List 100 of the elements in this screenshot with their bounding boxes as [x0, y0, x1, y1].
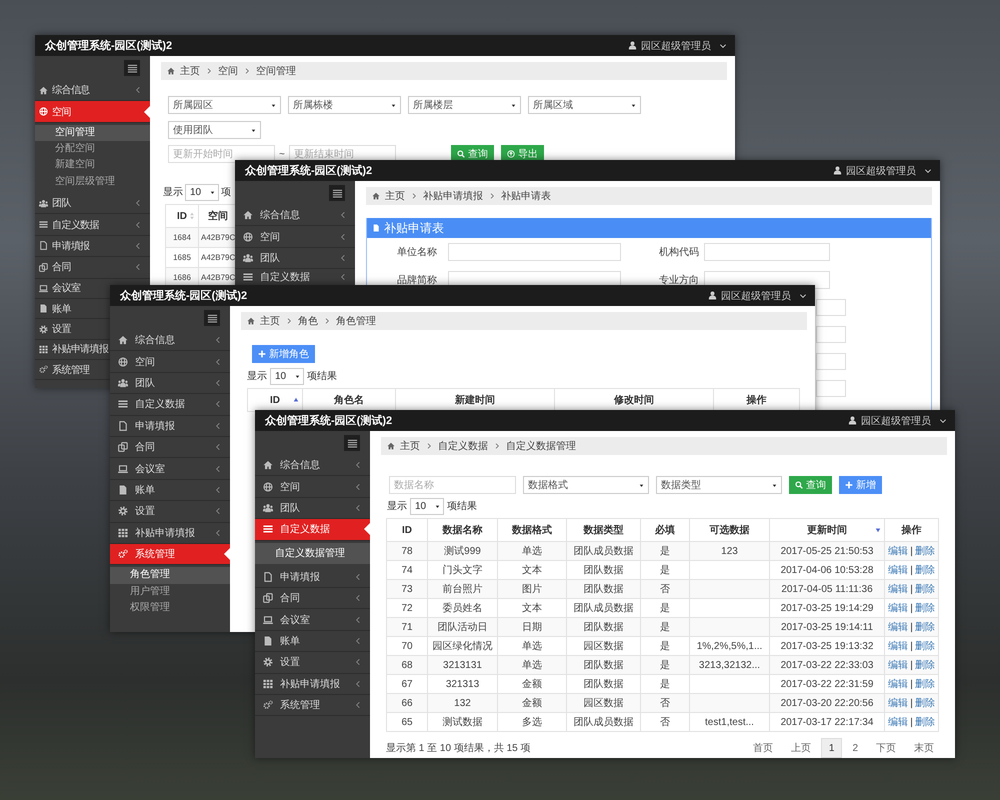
nav-subitem[interactable]: 新建空间 — [35, 157, 150, 174]
page-button[interactable]: 下页 — [868, 738, 904, 758]
action-link[interactable]: 编辑 — [888, 641, 908, 652]
page-button[interactable]: 上页 — [782, 738, 819, 758]
dropdown[interactable]: 所属栋楼 — [288, 96, 401, 114]
app-title: 众创管理系统-园区(测试)2 — [245, 164, 372, 178]
gear-icon — [39, 324, 48, 334]
nav-subitem[interactable]: 分配空间 — [35, 141, 150, 158]
menu-button[interactable] — [124, 60, 140, 76]
breadcrumb-link[interactable]: 空间 — [218, 64, 238, 78]
chevron-icon — [410, 192, 418, 200]
dropdown[interactable]: 所属楼层 — [408, 96, 521, 114]
breadcrumb-link[interactable]: 主页 — [180, 64, 200, 78]
action-link[interactable]: 删除 — [914, 584, 935, 595]
action-link[interactable]: 编辑 — [888, 679, 908, 690]
nav-subitem[interactable]: 空间层级管理 — [35, 174, 150, 190]
page-button[interactable]: 1 — [820, 738, 842, 758]
file-icon — [118, 420, 128, 431]
action-link[interactable]: 编辑 — [888, 584, 908, 595]
breadcrumb-link[interactable]: 主页 — [260, 314, 280, 328]
action-link[interactable]: 删除 — [914, 622, 935, 633]
action-link[interactable]: 删除 — [914, 565, 935, 576]
page-button[interactable]: 首页 — [744, 738, 781, 758]
nav-item[interactable]: 空间 — [35, 101, 150, 123]
action-link[interactable]: 编辑 — [888, 717, 908, 728]
breadcrumb-link[interactable]: 补贴申请表 — [501, 189, 551, 203]
column-header[interactable]: ID — [166, 204, 198, 228]
nav-item[interactable]: 系统管理 — [110, 544, 230, 566]
user-menu[interactable]: 园区超级管理员 — [848, 414, 947, 428]
chevron-icon — [354, 658, 362, 666]
dropdown[interactable]: 数据格式 — [523, 476, 649, 494]
input-field[interactable] — [816, 326, 846, 343]
nav-subitem[interactable]: 自定义数据管理 — [255, 542, 370, 564]
action-link[interactable]: 删除 — [914, 698, 935, 709]
input-field[interactable] — [448, 243, 621, 261]
nav-subitem[interactable]: 角色管理 — [110, 567, 230, 584]
page-button[interactable]: 末页 — [906, 738, 942, 758]
menu-button[interactable] — [204, 310, 220, 326]
dropdown[interactable]: 数据类型 — [656, 476, 782, 494]
caret-icon — [719, 42, 727, 50]
action-link[interactable]: 删除 — [914, 603, 935, 614]
breadcrumb-link[interactable]: 主页 — [385, 189, 405, 203]
page-size-dropdown[interactable]: 10 — [270, 368, 304, 384]
action-link[interactable]: 删除 — [914, 679, 935, 690]
action-link[interactable]: 删除 — [914, 660, 935, 671]
user-menu[interactable]: 园区超级管理员 — [708, 288, 807, 302]
menu-button[interactable] — [329, 185, 345, 201]
dropdown[interactable]: 所属园区 — [168, 96, 281, 114]
dropdown[interactable]: 使用团队 — [168, 121, 261, 139]
dropdown[interactable]: 所属区域 — [528, 96, 641, 114]
chevron-icon — [354, 680, 362, 688]
page-size-dropdown[interactable]: 10 — [185, 184, 219, 200]
action-link[interactable]: 删除 — [914, 641, 935, 652]
action-link[interactable]: 编辑 — [888, 546, 908, 557]
chevron-icon — [214, 464, 222, 473]
input-field[interactable] — [816, 299, 846, 316]
caret-icon — [924, 166, 932, 174]
menu-button[interactable] — [344, 435, 360, 451]
action-link[interactable]: 编辑 — [888, 698, 908, 709]
document-icon — [39, 304, 48, 314]
input-field[interactable] — [704, 243, 830, 261]
input-field[interactable] — [816, 353, 846, 370]
home-icon — [118, 335, 128, 346]
home-icon — [243, 210, 253, 220]
page-button[interactable]: 2 — [844, 738, 866, 758]
action-link[interactable]: 删除 — [914, 717, 935, 728]
action-link[interactable]: 编辑 — [888, 660, 908, 671]
column-header[interactable]: 更新时间 — [770, 518, 884, 542]
menu-icon — [126, 62, 138, 74]
action-link[interactable]: 编辑 — [888, 603, 908, 614]
chevron-icon — [354, 616, 362, 624]
nav-subitem[interactable]: 空间管理 — [35, 124, 150, 142]
breadcrumb-link[interactable]: 自定义数据管理 — [506, 439, 576, 453]
breadcrumb-link[interactable]: 空间管理 — [256, 64, 296, 78]
action-link[interactable]: 删除 — [914, 546, 935, 557]
nav-subitem[interactable]: 权限管理 — [110, 600, 230, 616]
user-icon — [848, 416, 857, 425]
page-size-dropdown[interactable]: 10 — [410, 498, 444, 514]
separator-text: | — [910, 679, 913, 690]
table-cell: 测试999 — [428, 542, 498, 560]
nav-item[interactable]: 自定义数据 — [255, 519, 370, 541]
menu-icon — [206, 312, 218, 324]
user-menu[interactable]: 园区超级管理员 — [833, 164, 932, 178]
table-cell: 2017-03-20 22:20:56 — [770, 694, 884, 712]
nav-item[interactable]: 自定义数据 — [235, 269, 355, 284]
breadcrumb-link[interactable]: 角色管理 — [336, 314, 376, 328]
breadcrumb-link[interactable]: 主页 — [400, 439, 420, 453]
input-field[interactable]: 更新开始时间 — [168, 145, 275, 163]
nav-subitem[interactable]: 用户管理 — [110, 584, 230, 600]
caret-icon — [270, 102, 277, 108]
input-field[interactable]: 数据名称 — [389, 476, 516, 494]
action-link[interactable]: 编辑 — [888, 622, 908, 633]
table-cell: 团队成员数据 — [566, 712, 640, 732]
input-field[interactable] — [816, 380, 846, 397]
action-link[interactable]: 编辑 — [888, 565, 908, 576]
breadcrumb-link[interactable]: 自定义数据 — [438, 439, 488, 453]
user-icon — [628, 41, 637, 50]
breadcrumb-link[interactable]: 补贴申请填报 — [423, 189, 483, 203]
user-menu[interactable]: 园区超级管理员 — [628, 38, 727, 52]
breadcrumb-link[interactable]: 角色 — [298, 314, 318, 328]
